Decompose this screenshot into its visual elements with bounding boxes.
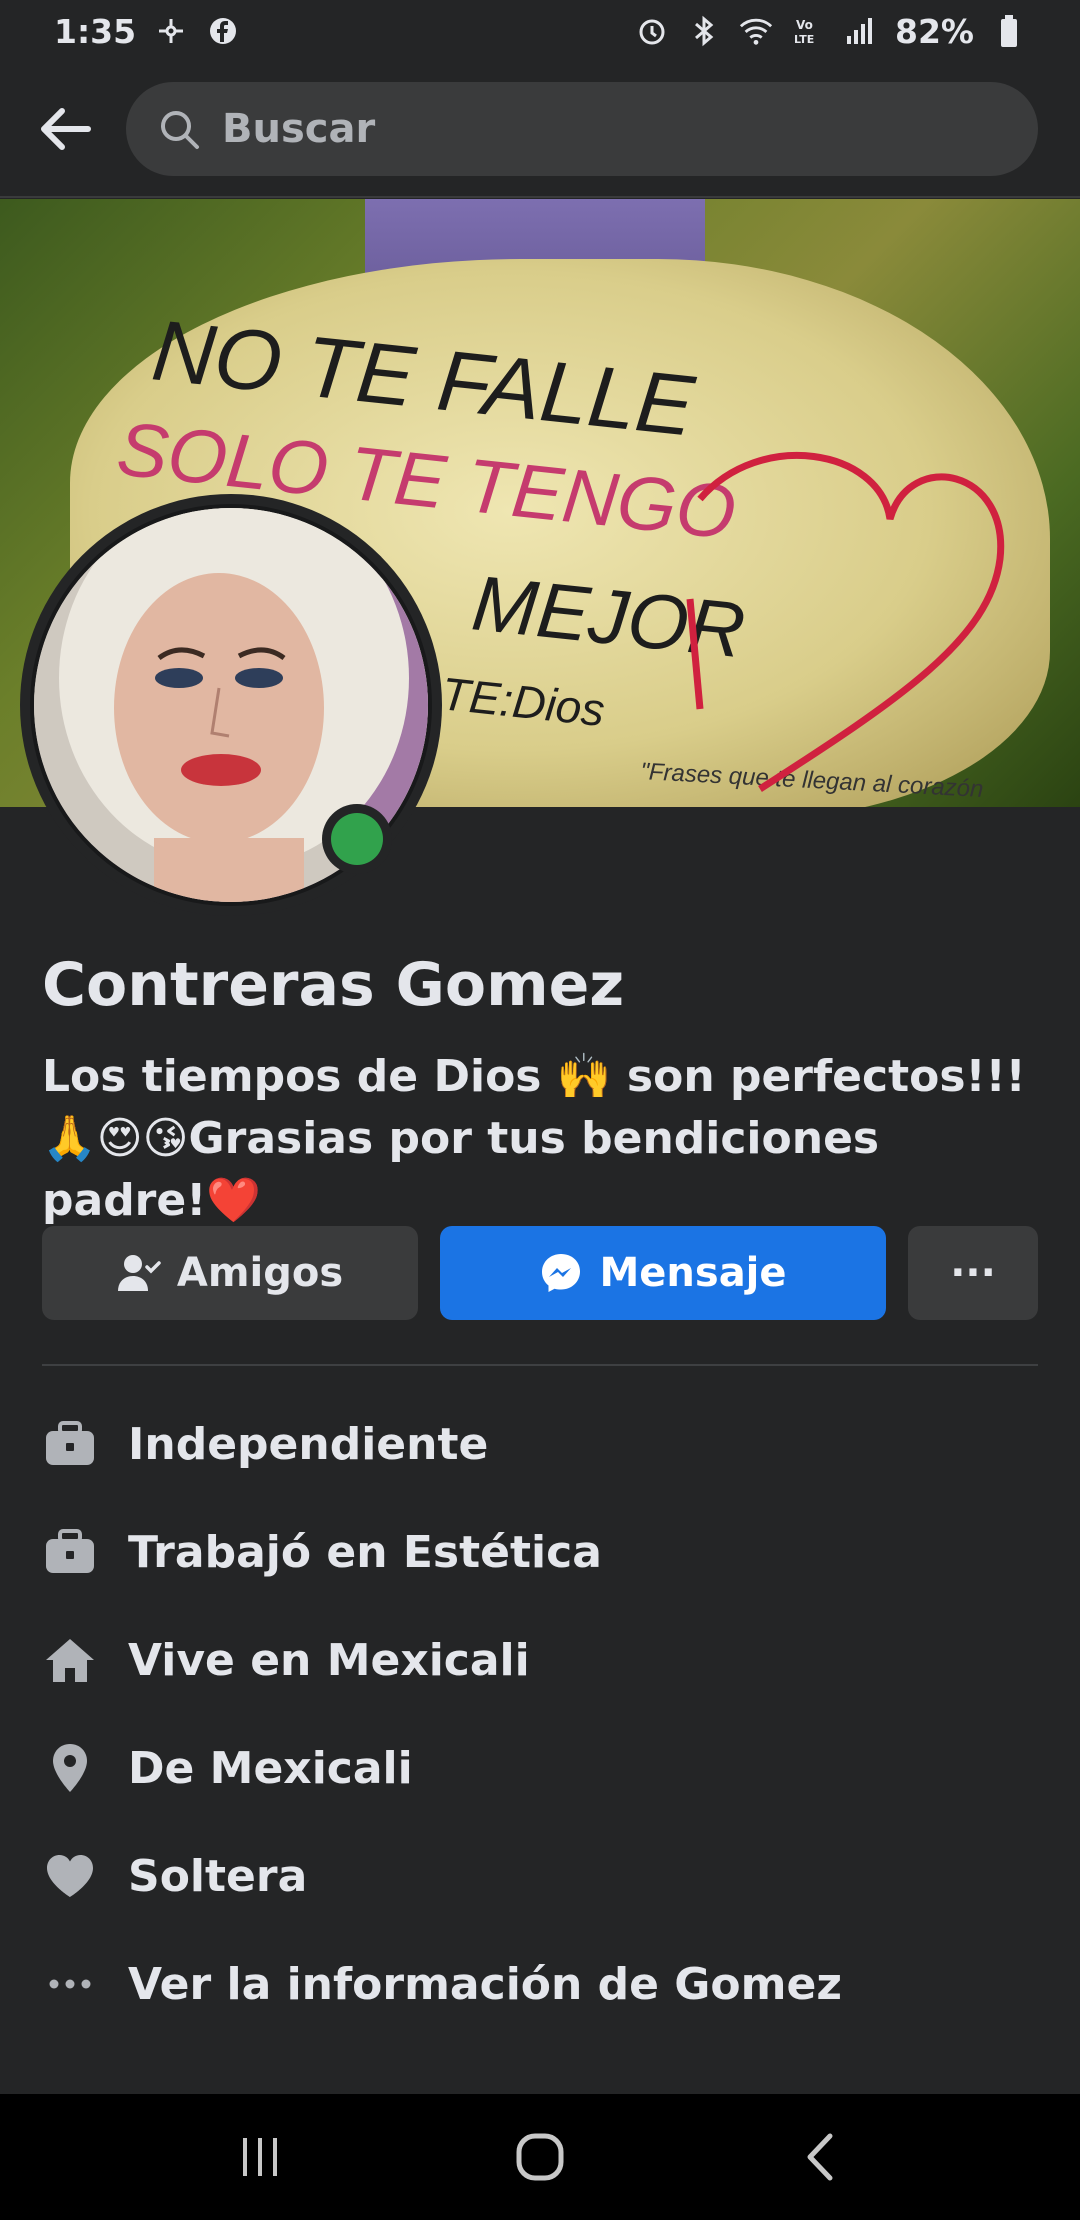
status-time: 1:35 bbox=[54, 11, 137, 51]
briefcase-icon bbox=[42, 1416, 98, 1472]
location-pin-icon bbox=[42, 1740, 98, 1796]
signal-icon bbox=[843, 14, 877, 48]
online-status-indicator bbox=[322, 804, 392, 874]
system-back-button[interactable] bbox=[775, 2112, 865, 2202]
profile-name: Contreras Gomez bbox=[42, 950, 625, 1020]
detail-text: Ver la información de Gomez bbox=[128, 1958, 842, 2010]
friends-button[interactable]: Amigos bbox=[42, 1226, 418, 1320]
home-button[interactable] bbox=[495, 2112, 585, 2202]
profile-details: Independiente Trabajó en Estética Vive e… bbox=[42, 1390, 1038, 2038]
message-button-label: Mensaje bbox=[599, 1250, 787, 1296]
more-dots-icon: ··· bbox=[950, 1250, 996, 1296]
facebook-icon bbox=[206, 14, 240, 48]
heart-icon bbox=[42, 1848, 98, 1904]
system-nav-bar bbox=[0, 2094, 1080, 2220]
detail-relationship: Soltera bbox=[42, 1822, 1038, 1930]
detail-from: De Mexicali bbox=[42, 1714, 1038, 1822]
messenger-icon bbox=[542, 1254, 581, 1292]
search-input[interactable]: Buscar bbox=[126, 82, 1038, 176]
briefcase-icon bbox=[42, 1524, 98, 1580]
wifi-icon bbox=[739, 14, 773, 48]
detail-work-current: Independiente bbox=[42, 1390, 1038, 1498]
detail-lives-in: Vive en Mexicali bbox=[42, 1606, 1038, 1714]
alarm-icon bbox=[635, 14, 669, 48]
see-about-info-link[interactable]: Ver la información de Gomez bbox=[42, 1930, 1038, 2038]
profile-screen: 1:35 Vo LTE 82% Buscar NO TE FALLE SOLO … bbox=[0, 0, 1080, 2220]
detail-text: Independiente bbox=[128, 1418, 489, 1470]
volte-icon: Vo LTE bbox=[791, 14, 825, 48]
more-dots-icon bbox=[42, 1956, 98, 2012]
message-button[interactable]: Mensaje bbox=[440, 1226, 886, 1320]
recents-icon bbox=[243, 2138, 277, 2176]
back-button[interactable] bbox=[32, 97, 96, 161]
profile-actions: Amigos Mensaje ··· bbox=[42, 1226, 1038, 1320]
status-right: Vo LTE 82% bbox=[635, 12, 1026, 51]
profile-bio: Los tiempos de Dios 🙌 son perfectos!!!🙏😍… bbox=[42, 1051, 1026, 1226]
pinwheel-icon bbox=[154, 14, 188, 48]
recents-button[interactable] bbox=[215, 2112, 305, 2202]
arrow-left-icon bbox=[41, 108, 91, 150]
friends-button-label: Amigos bbox=[176, 1250, 344, 1296]
chevron-left-icon bbox=[807, 2133, 833, 2181]
detail-work-past: Trabajó en Estética bbox=[42, 1498, 1038, 1606]
search-header: Buscar bbox=[0, 62, 1080, 198]
svg-text:Vo: Vo bbox=[796, 18, 813, 32]
more-options-button[interactable]: ··· bbox=[908, 1226, 1038, 1320]
svg-text:LTE: LTE bbox=[794, 33, 814, 46]
cover-line-4: TE:Dios bbox=[439, 667, 607, 736]
status-bar: 1:35 Vo LTE 82% bbox=[0, 0, 1080, 62]
detail-text: Trabajó en Estética bbox=[128, 1526, 602, 1578]
battery-percent: 82% bbox=[895, 11, 974, 51]
cover-line-3: MEJOR bbox=[468, 558, 749, 674]
battery-icon bbox=[992, 14, 1026, 48]
online-dot bbox=[331, 813, 383, 865]
bluetooth-icon bbox=[687, 14, 721, 48]
detail-text: Soltera bbox=[128, 1850, 308, 1902]
search-icon bbox=[161, 111, 199, 149]
detail-text: Vive en Mexicali bbox=[128, 1634, 530, 1686]
cover-line-5: "Frases que te llegan al corazón bbox=[640, 758, 984, 803]
home-circle-icon bbox=[516, 2133, 564, 2181]
divider bbox=[42, 1364, 1038, 1366]
status-left: 1:35 bbox=[54, 12, 240, 51]
friend-check-icon bbox=[117, 1255, 161, 1291]
search-placeholder: Buscar bbox=[222, 106, 376, 152]
home-icon bbox=[42, 1632, 98, 1688]
detail-text: De Mexicali bbox=[128, 1742, 413, 1794]
